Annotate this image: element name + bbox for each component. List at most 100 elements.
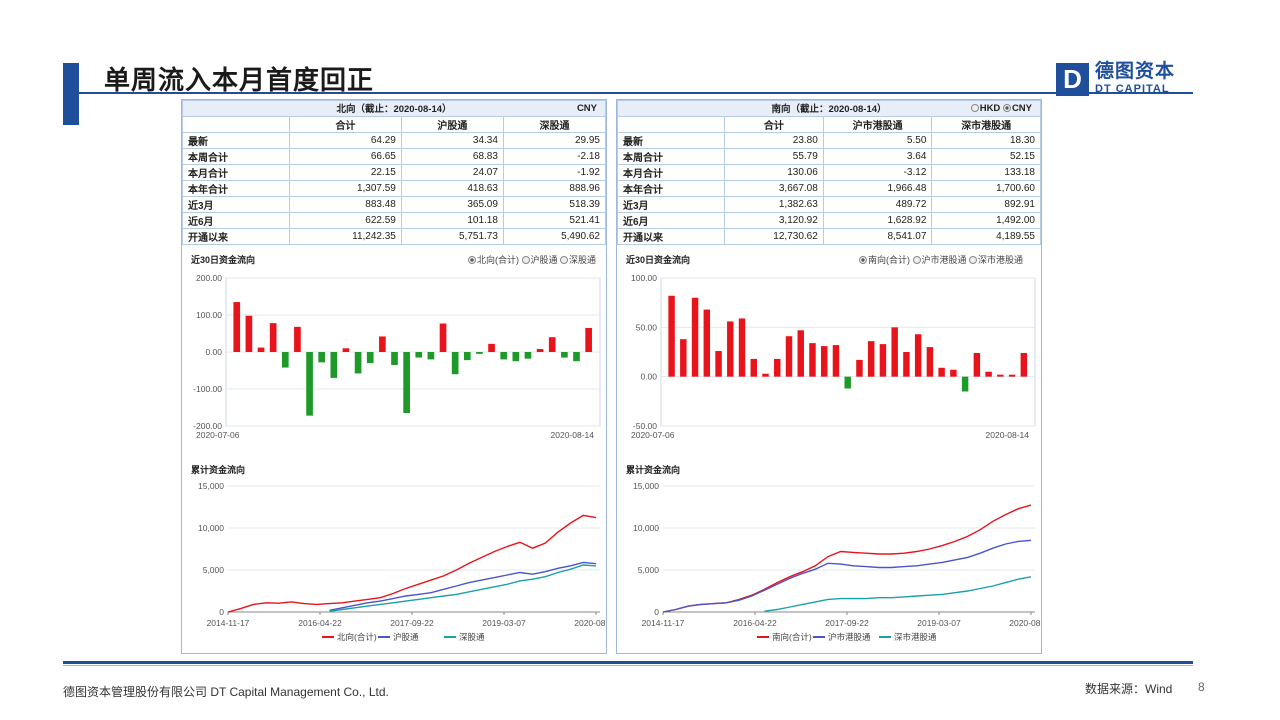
table-row: 本周合计 55.79 3.64 52.15 (617, 147, 1041, 165)
series-line (227, 514, 597, 613)
flow-bar (680, 339, 687, 377)
series-line (329, 564, 597, 612)
footer-rule (63, 661, 1193, 664)
table-row: 近6月 3,120.92 1,628.92 1,492.00 (617, 211, 1041, 229)
y-tick-label: 5,000 (203, 565, 225, 575)
south-cumulative-chart: 15,000 10,000 5,000 02014-11-17 2016-04-22 20… (633, 481, 1041, 642)
flow-bar (342, 348, 350, 352)
legend-label: 沪股通 (393, 632, 419, 642)
flow-bar (926, 347, 934, 377)
flow-bar (524, 352, 532, 359)
table-row: 本年合计 3,667.08 1,966.48 1,700.60 (617, 179, 1041, 197)
y-tick-label: 0 (654, 607, 659, 617)
flow-bar (561, 352, 568, 358)
x-tick-label: 2016-04-22 (733, 618, 777, 628)
y-tick-label: 0 (219, 607, 224, 617)
radio-selected-icon (859, 256, 867, 264)
flow-bar (785, 336, 793, 377)
flow-bar (281, 352, 289, 368)
radio-sh-connect[interactable]: 沪股通 (521, 255, 558, 265)
flow-bar (1020, 352, 1028, 377)
col-header: 沪股通 (400, 115, 504, 133)
flow-bar (245, 315, 253, 352)
x-tick-label: 2014-11-17 (642, 618, 685, 628)
x-tick-label: 2019-03-07 (482, 618, 526, 628)
col-header: 合计 (724, 115, 824, 133)
north-flow-chart: 200.00100.000.00-100.00-200.002020-07-06… (193, 273, 601, 440)
flow-bar (668, 295, 675, 377)
flow-bar (820, 346, 828, 377)
table-row: 本年合计 1,307.59 418.63 888.96 (182, 179, 607, 197)
table-header-row: 合计 沪股通 深股通 (182, 115, 607, 133)
footer-company: 德图资本管理股份有限公司 DT Capital Management Co., … (63, 685, 389, 699)
y-tick-label: 100.00 (631, 273, 657, 283)
southbound-table: 南向（截止：2020-08-14） HKD CNY 合计 沪市港股通 深市港股通… (617, 100, 1041, 245)
logo-cn-text: 德图资本 (1095, 61, 1176, 82)
northbound-panel: 北向（截止：2020-08-14） CNY 合计 沪股通 深股通 最新 64.29… (181, 99, 607, 654)
radio-hkd[interactable]: HKD (970, 103, 1000, 114)
currency-label: CNY (576, 103, 597, 114)
series-line (764, 576, 1032, 612)
flow-series-selector: 南向(合计) 沪市港股通 深市港股通 (859, 253, 1023, 266)
radio-sz-hk-connect[interactable]: 深市港股通 (969, 255, 1023, 265)
radio-north-total[interactable]: 北向(合计) (468, 255, 519, 265)
radio-selected-icon (1002, 104, 1011, 112)
currency-selector: HKD CNY (970, 103, 1032, 114)
page-number: 8 (1198, 680, 1205, 694)
table-row: 本周合计 66.65 68.83 -2.18 (182, 147, 607, 165)
x-tick-label: 2019-03-07 (917, 618, 961, 628)
flow-bar (691, 297, 699, 377)
flow-bar (476, 352, 483, 354)
series-line (662, 539, 1032, 613)
southbound-panel: 南向（截止：2020-08-14） HKD CNY 合计 沪市港股通 深市港股通… (616, 99, 1042, 654)
page-title: 单周流入本月首度回正 (104, 65, 375, 95)
table-row: 近6月 622.59 101.18 521.41 (182, 211, 607, 229)
col-header: 沪市港股通 (822, 115, 933, 133)
radio-icon (521, 256, 530, 264)
south-flow-chart: 100.0050.000.00-50.002020-07-06 2020-08-1… (631, 273, 1036, 440)
flow-bar (573, 352, 580, 362)
legend-label: 深市港股通 (894, 632, 937, 642)
flow-bar (715, 351, 722, 377)
flow-bar (750, 358, 757, 377)
radio-icon (912, 256, 921, 264)
flow-bar (354, 352, 362, 374)
flow-bar (294, 326, 301, 352)
legend-label: 沪市港股通 (828, 632, 871, 642)
table-row: 近3月 883.48 365.09 518.39 (182, 195, 607, 213)
flow-bar (391, 352, 398, 365)
flow-bar (891, 327, 898, 377)
y-tick-label: 15,000 (198, 481, 224, 491)
flow-bar (856, 359, 863, 377)
col-header: 深股通 (502, 115, 607, 133)
flow-bar (879, 344, 887, 377)
flow-bar (774, 358, 781, 377)
flow-bar (703, 309, 711, 377)
radio-sz-connect[interactable]: 深股通 (560, 255, 596, 265)
radio-sh-hk-connect[interactable]: 沪市港股通 (912, 255, 967, 265)
legend-label: 南向(合计) (772, 632, 812, 642)
flow-bar (463, 352, 471, 361)
northbound-table: 北向（截止：2020-08-14） CNY 合计 沪股通 深股通 最新 64.29… (182, 100, 607, 245)
flow-bar (727, 321, 734, 377)
flow-bar (950, 369, 957, 377)
flow-bar (844, 376, 851, 389)
x-tick-label: 2017-09-22 (390, 618, 434, 628)
radio-cny[interactable]: CNY (1002, 103, 1032, 114)
y-tick-label: 5,000 (638, 565, 660, 575)
radio-south-total[interactable]: 南向(合计) (859, 255, 910, 265)
legend-label: 深股通 (459, 632, 485, 642)
flow-bar (269, 323, 277, 352)
radio-icon (560, 256, 569, 264)
north-cumulative-chart: 15,000 10,000 5,000 02014-11-17 2016-04-22 20… (198, 481, 606, 642)
flow-bar (973, 352, 981, 377)
flow-bar (832, 345, 840, 377)
flow-bar (585, 327, 592, 352)
table-row: 本月合计 130.06 -3.12 133.18 (617, 163, 1041, 181)
radio-icon (969, 256, 978, 264)
legend-label: 北向(合计) (337, 632, 377, 642)
table-row: 近3月 1,382.63 489.72 892.91 (617, 195, 1041, 213)
x-tick-label: 2017-09-22 (825, 618, 869, 628)
y-tick-label: 50.00 (636, 322, 658, 332)
y-tick-label: 10,000 (633, 523, 659, 533)
